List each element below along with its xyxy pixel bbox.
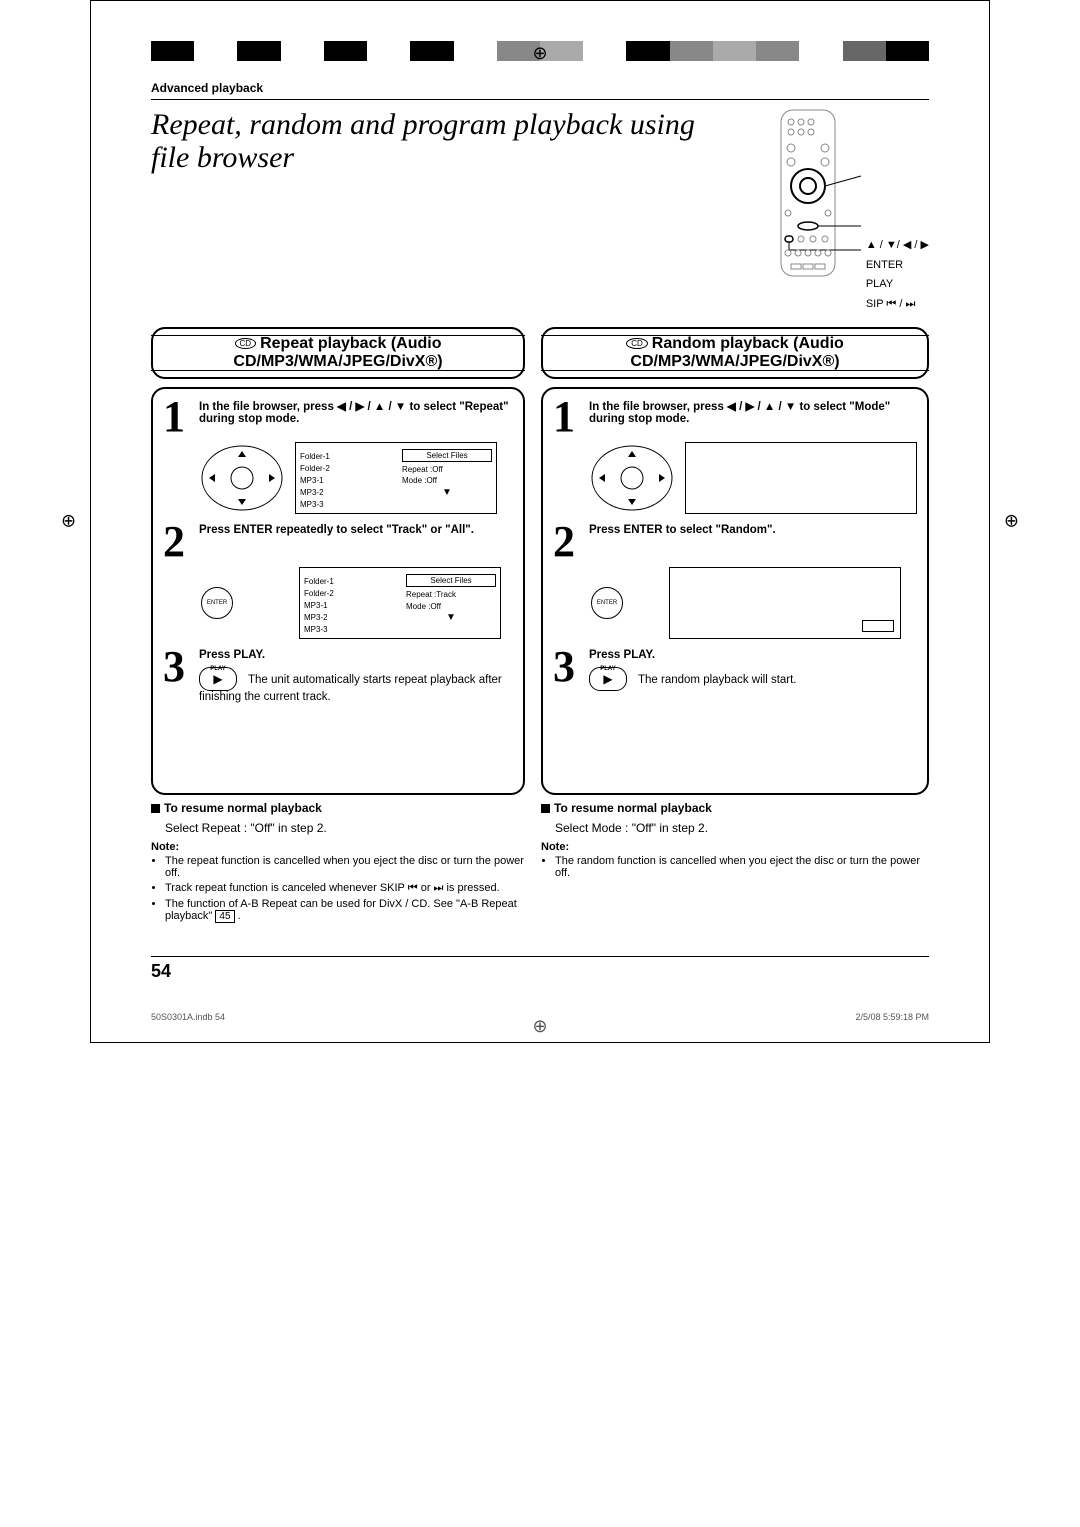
registration-mark-left: ⊕ bbox=[61, 511, 76, 532]
remote-label-enter: ENTER bbox=[866, 256, 929, 276]
repeat-step1-text: In the ﬁle browser, press ◀ / ▶ / ▲ / ▼ … bbox=[199, 399, 513, 434]
play-button-icon: ▶ bbox=[589, 667, 627, 691]
repeat-step2-text: Press ENTER repeatedly to select "Track"… bbox=[199, 524, 513, 559]
page-number: 54 bbox=[151, 956, 929, 982]
manual-page: ⊕ ⊕ ⊕ Advanced playback Repeat, random a… bbox=[90, 0, 990, 1043]
repeat-steps: 1 In the ﬁle browser, press ◀ / ▶ / ▲ / … bbox=[151, 387, 525, 795]
square-bullet-icon bbox=[151, 804, 160, 813]
screen-illustration-3 bbox=[685, 442, 917, 514]
remote-label-arrows: ▲ / ▼/ ◀ / ▶ bbox=[866, 236, 929, 256]
registration-mark-bottom: ⊕ bbox=[530, 1016, 550, 1036]
footer-timestamp: 2/5/08 5:59:18 PM bbox=[855, 1012, 929, 1022]
page-title: Repeat, random and program playback usin… bbox=[151, 108, 699, 174]
page-ref-box: 45 bbox=[215, 910, 234, 923]
play-button-icon: ▶ bbox=[199, 667, 237, 691]
random-steps: 1 In the ﬁle browser, press ◀ / ▶ / ▲ / … bbox=[541, 387, 929, 795]
screen-illustration-2: Folder-1 Folder-2 MP3-1 MP3-2 MP3-3 Sele… bbox=[299, 567, 501, 639]
random-step2-text: Press ENTER to select "Random". bbox=[589, 524, 917, 559]
random-resume-body: Select Mode : "Off" in step 2. bbox=[555, 821, 929, 835]
enter-button-icon: ENTER bbox=[201, 587, 233, 619]
repeat-step3-body: The unit automatically starts repeat pla… bbox=[199, 674, 502, 703]
random-step3-head: Press PLAY. bbox=[589, 649, 917, 661]
step-number-3: 3 bbox=[163, 649, 193, 703]
note-heading: Note: bbox=[151, 841, 525, 853]
cd-icon: CD bbox=[235, 338, 257, 349]
down-arrow-icon: ▼ bbox=[402, 487, 492, 498]
remote-figure: ▲ / ▼/ ◀ / ▶ ENTER PLAY SIP ⏮ / ⏭ bbox=[729, 108, 929, 315]
remote-label-skip: SIP ⏮ / ⏭ bbox=[866, 295, 929, 315]
repeat-step3-head: Press PLAY. bbox=[199, 649, 513, 661]
remote-illustration bbox=[773, 108, 863, 278]
down-arrow-icon: ▼ bbox=[406, 612, 496, 623]
step-number-2: 2 bbox=[163, 524, 193, 559]
note-heading: Note: bbox=[541, 841, 929, 853]
footer-file: 50S0301A.indb 54 bbox=[151, 1012, 225, 1022]
note-item: The random function is cancelled when yo… bbox=[555, 855, 929, 879]
dpad-icon bbox=[587, 443, 677, 513]
screen-illustration-1: Folder-1 Folder-2 MP3-1 MP3-2 MP3-3 Sele… bbox=[295, 442, 497, 514]
repeat-column: CDRepeat playback (Audio CD/MP3/WMA/JPEG… bbox=[151, 327, 525, 926]
note-item: The repeat function is cancelled when yo… bbox=[165, 855, 525, 879]
registration-mark-right: ⊕ bbox=[1004, 511, 1019, 532]
enter-button-icon: ENTER bbox=[591, 587, 623, 619]
step-number-1: 1 bbox=[553, 399, 583, 434]
step-number-1: 1 bbox=[163, 399, 193, 434]
repeat-resume-head: To resume normal playback bbox=[164, 801, 322, 815]
random-heading-text: Random playback (Audio CD/MP3/WMA/JPEG/D… bbox=[630, 335, 843, 370]
square-bullet-icon bbox=[541, 804, 550, 813]
section-header: Advanced playback bbox=[151, 81, 929, 95]
registration-mark-top: ⊕ bbox=[530, 43, 550, 63]
dpad-icon bbox=[197, 443, 287, 513]
note-item: Track repeat function is canceled whenev… bbox=[165, 882, 500, 894]
header-rule bbox=[151, 99, 929, 100]
repeat-resume-body: Select Repeat : "Off" in step 2. bbox=[165, 821, 525, 835]
repeat-heading: CDRepeat playback (Audio CD/MP3/WMA/JPEG… bbox=[151, 327, 525, 379]
random-resume-head: To resume normal playback bbox=[554, 801, 712, 815]
remote-label-play: PLAY bbox=[866, 275, 929, 295]
random-heading: CDRandom playback (Audio CD/MP3/WMA/JPEG… bbox=[541, 327, 929, 379]
screen-illustration-4 bbox=[669, 567, 901, 639]
random-column: CDRandom playback (Audio CD/MP3/WMA/JPEG… bbox=[541, 327, 929, 926]
repeat-heading-text: Repeat playback (Audio CD/MP3/WMA/JPEG/D… bbox=[233, 335, 442, 370]
repeat-notes: The repeat function is cancelled when yo… bbox=[165, 855, 525, 923]
random-step1-text: In the ﬁle browser, press ◀ / ▶ / ▲ / ▼ … bbox=[589, 399, 917, 434]
cd-icon: CD bbox=[626, 338, 648, 349]
step-number-2: 2 bbox=[553, 524, 583, 559]
step-number-3: 3 bbox=[553, 649, 583, 691]
random-step3-body: The random playback will start. bbox=[638, 674, 797, 686]
print-footer: 50S0301A.indb 54 ⊕ 2/5/08 5:59:18 PM bbox=[151, 1012, 929, 1022]
random-notes: The random function is cancelled when yo… bbox=[555, 855, 929, 879]
